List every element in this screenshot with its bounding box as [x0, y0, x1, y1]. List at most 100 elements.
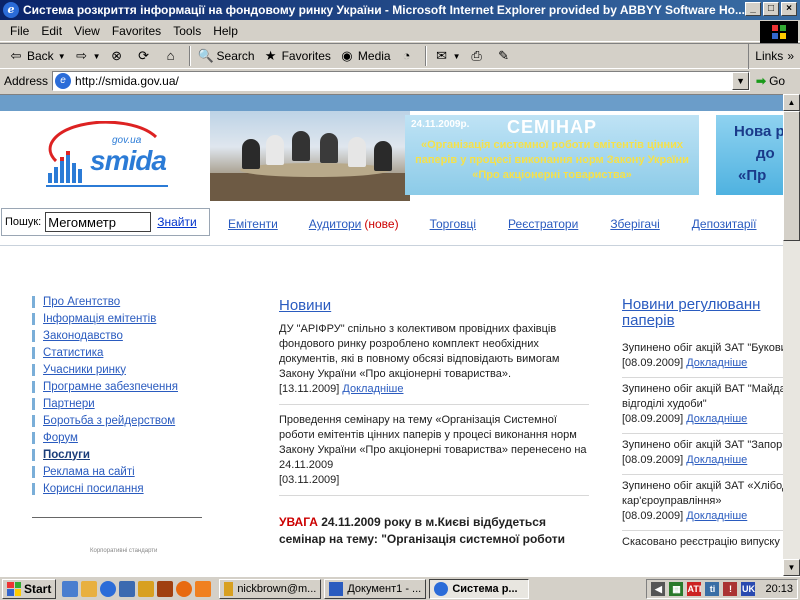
find-button[interactable]: Знайти: [157, 215, 196, 229]
links-button[interactable]: Links »: [748, 43, 800, 69]
regulation-date: [08.09.2009]: [622, 454, 684, 466]
site-search-input[interactable]: [45, 212, 152, 232]
menu-file[interactable]: File: [4, 24, 35, 38]
bullet-bar: [32, 448, 35, 461]
media-label: Media: [357, 49, 391, 63]
favorites-button[interactable]: ★ Favorites: [259, 45, 335, 67]
leftnav-item[interactable]: Статистика: [32, 344, 212, 361]
leftnav-item[interactable]: Про Агентство: [32, 293, 212, 310]
address-dropdown-button[interactable]: ▼: [732, 72, 750, 90]
regulation-item: Скасовано реєстрацію випуску: [622, 531, 783, 556]
topnav-issuers[interactable]: Емітенти: [228, 217, 278, 231]
taskbar-item-ie[interactable]: Система р...: [429, 578, 530, 599]
topnav-depositaries[interactable]: Депозитарії: [692, 217, 757, 231]
menu-tools[interactable]: Tools: [167, 24, 207, 38]
bullet-bar: [32, 312, 35, 325]
task-label: Документ1 - ...: [347, 582, 422, 595]
clock[interactable]: 20:13: [765, 583, 793, 595]
print-button[interactable]: ⎙: [465, 45, 492, 67]
news-more-link[interactable]: Докладніше: [342, 383, 403, 395]
menu-help[interactable]: Help: [207, 24, 244, 38]
topnav-traders[interactable]: Торговці: [430, 217, 476, 231]
quicklaunch-icon[interactable]: [157, 580, 174, 597]
quicklaunch-icon[interactable]: [62, 580, 79, 597]
close-button[interactable]: ×: [781, 2, 797, 16]
taskbar-item-word[interactable]: Документ1 - ...: [324, 578, 427, 599]
nav-divider: [0, 245, 783, 246]
forward-button[interactable]: ⇨ ▼: [70, 45, 105, 67]
minimize-button[interactable]: _: [745, 2, 761, 16]
scroll-thumb[interactable]: [783, 111, 800, 241]
window-title: Система розкриття інформації на фондовом…: [23, 3, 745, 17]
ie-quicklaunch-icon[interactable]: [100, 580, 117, 597]
topnav-registrars[interactable]: Реєстратори: [508, 217, 578, 231]
regulation-heading[interactable]: Новини регулюванн паперів: [622, 297, 783, 329]
news-heading[interactable]: Новини: [279, 297, 589, 314]
news-column: Новини ДУ "АРІФРУ" спільно з колективом …: [279, 297, 589, 548]
ti-icon[interactable]: ti: [705, 582, 720, 596]
ie-icon: e: [3, 2, 19, 18]
banner-photo: [210, 111, 410, 201]
leftnav-item[interactable]: Партнери: [32, 395, 212, 412]
leftnav-item[interactable]: Корисні посилання: [32, 480, 212, 497]
smida-logo[interactable]: gov.ua smida: [36, 120, 176, 193]
menu-edit[interactable]: Edit: [35, 24, 68, 38]
go-button[interactable]: ➡ Go: [756, 74, 785, 88]
quicklaunch-icon[interactable]: [138, 580, 155, 597]
leftnav-item[interactable]: Учасники ринку: [32, 361, 212, 378]
scroll-down-button[interactable]: ▼: [783, 559, 800, 576]
address-input[interactable]: e http://smida.gov.ua/ ▼: [52, 71, 751, 91]
leftnav-item[interactable]: Реклама на сайті: [32, 463, 212, 480]
refresh-button[interactable]: ⟳: [132, 45, 159, 67]
topnav-auditors[interactable]: Аудитори: [309, 217, 362, 231]
new-banner-line2: до: [756, 145, 775, 162]
volume-icon[interactable]: ◀: [651, 582, 666, 596]
leftnav-item-current[interactable]: Послуги: [32, 446, 212, 463]
stop-button[interactable]: ⊗: [105, 45, 132, 67]
favorites-icon: ★: [264, 48, 277, 63]
menu-bar: File Edit View Favorites Tools Help: [0, 20, 800, 42]
alert-icon[interactable]: !: [723, 582, 738, 596]
leftnav-item[interactable]: Програмне забезпечення: [32, 378, 212, 395]
task-label: nickbrown@m...: [237, 582, 317, 595]
history-icon: ◔: [402, 48, 411, 63]
menu-favorites[interactable]: Favorites: [106, 24, 167, 38]
history-button[interactable]: ◔: [395, 45, 422, 67]
regulation-more-link[interactable]: Докладніше: [686, 413, 747, 425]
leftnav-item[interactable]: Законодавство: [32, 327, 212, 344]
news-item: ДУ "АРІФРУ" спільно з колективом провідн…: [279, 322, 589, 405]
quicklaunch-icon[interactable]: [195, 580, 212, 597]
home-button[interactable]: ⌂: [159, 45, 186, 67]
maximize-button[interactable]: □: [763, 2, 779, 16]
quicklaunch-icon[interactable]: [119, 580, 136, 597]
mail-button[interactable]: ✉ ▼: [430, 45, 465, 67]
media-button[interactable]: ◉ Media: [335, 45, 395, 67]
menu-view[interactable]: View: [68, 24, 106, 38]
quicklaunch-icon[interactable]: [81, 580, 98, 597]
new-banner[interactable]: Нова р до «Пр: [716, 115, 783, 195]
firefox-icon[interactable]: [176, 580, 193, 597]
vertical-scrollbar[interactable]: ▲ ▼: [783, 94, 800, 576]
network-icon[interactable]: ▦: [669, 582, 684, 596]
language-indicator[interactable]: UK: [741, 582, 756, 596]
bullet-bar: [32, 482, 35, 495]
topnav-custodians[interactable]: Зберігачі: [610, 217, 659, 231]
scroll-up-button[interactable]: ▲: [783, 94, 800, 111]
media-icon: ◉: [341, 48, 353, 63]
bullet-bar: [32, 329, 35, 342]
leftnav-item[interactable]: Інформація емітентів: [32, 310, 212, 327]
regulation-more-link[interactable]: Докладніше: [686, 510, 747, 522]
regulation-text: Скасовано реєстрацію випуску: [622, 536, 780, 548]
back-button[interactable]: ⇦ Back ▼: [4, 45, 70, 67]
search-button[interactable]: 🔍 Search: [194, 45, 259, 67]
edit-button[interactable]: ✎: [492, 45, 519, 67]
taskbar-item-mail[interactable]: nickbrown@m...: [219, 578, 322, 599]
dropdown-arrow-icon: ▼: [57, 51, 66, 61]
seminar-banner[interactable]: 24.11.2009р. СЕМІНАР «Організація систем…: [405, 115, 699, 195]
leftnav-item[interactable]: Боротьба з рейдерством: [32, 412, 212, 429]
start-button[interactable]: Start: [2, 578, 57, 599]
ati-icon[interactable]: ATI: [687, 582, 702, 596]
leftnav-item[interactable]: Форум: [32, 429, 212, 446]
regulation-more-link[interactable]: Докладніше: [686, 357, 747, 369]
regulation-more-link[interactable]: Докладніше: [686, 454, 747, 466]
